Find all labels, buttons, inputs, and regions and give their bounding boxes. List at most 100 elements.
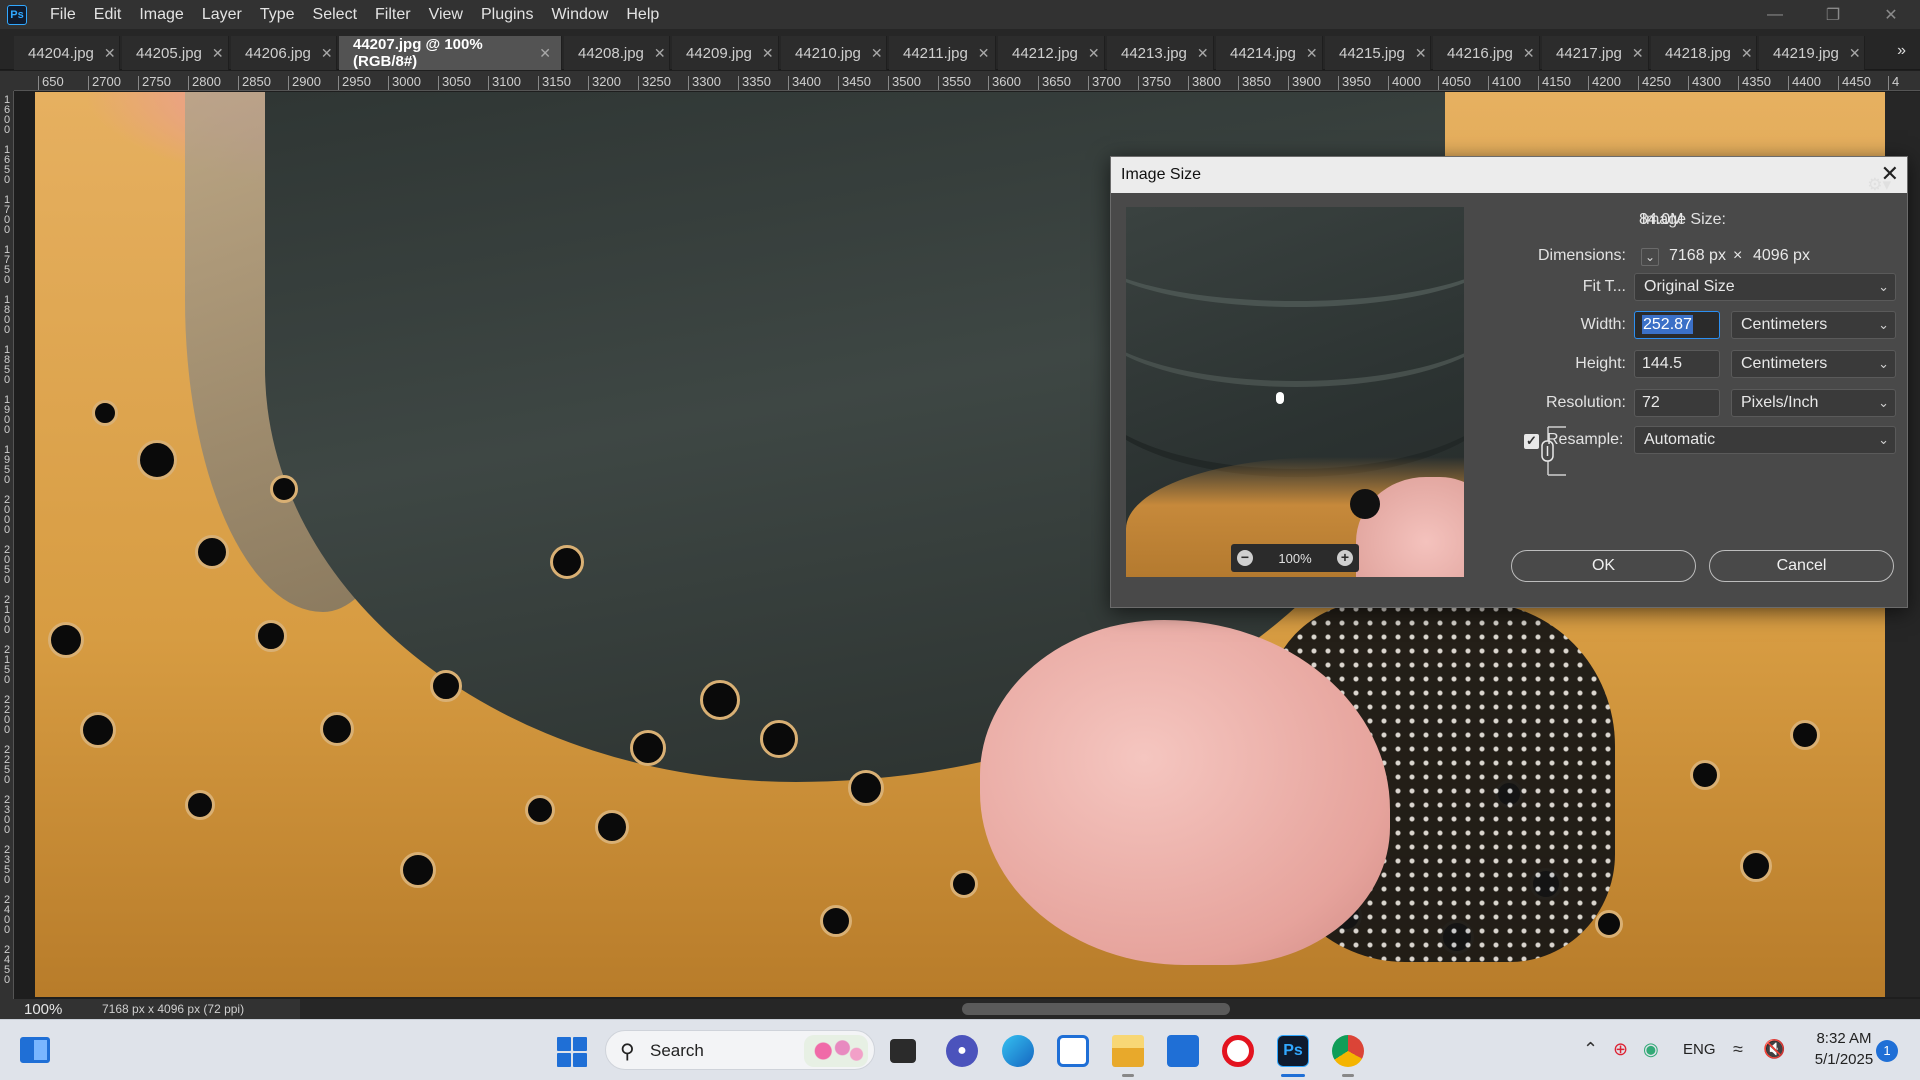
opera-icon[interactable] xyxy=(1222,1035,1254,1067)
dimension-width: 7168 px xyxy=(1669,247,1726,264)
photoshop-taskbar-icon[interactable]: Ps xyxy=(1277,1035,1309,1067)
tray-overflow-chevron-up-icon[interactable]: ⌃ xyxy=(1583,1039,1598,1060)
zoom-out-icon[interactable]: − xyxy=(1237,550,1253,566)
clock-date[interactable]: 5/1/2025 xyxy=(1808,1051,1880,1068)
minimize-icon[interactable]: — xyxy=(1746,0,1804,29)
chrome-icon[interactable] xyxy=(1332,1035,1364,1067)
tab-close-icon[interactable]: ✕ xyxy=(978,45,990,62)
document-tab[interactable]: 44212.jpg ✕ xyxy=(998,36,1105,70)
document-tab[interactable]: 44218.jpg ✕ xyxy=(1651,36,1757,70)
resolution-unit-select[interactable]: Pixels/Inch ⌄ xyxy=(1731,389,1896,417)
menu-window[interactable]: Window xyxy=(542,0,617,29)
input-language[interactable]: ENG xyxy=(1683,1041,1716,1058)
height-input[interactable]: 144.5 xyxy=(1634,350,1720,378)
menu-view[interactable]: View xyxy=(420,0,472,29)
photoshop-logo-icon[interactable]: Ps xyxy=(7,4,27,25)
document-tab[interactable]: 44206.jpg ✕ xyxy=(231,36,337,70)
dialog-titlebar[interactable]: Image Size ✕ xyxy=(1111,157,1907,193)
document-tab[interactable]: 44209.jpg ✕ xyxy=(672,36,779,70)
horizontal-ruler[interactable]: 650 2700 2750 2800 2850 2900 2950 3000 3050 3100 3… xyxy=(14,71,1920,91)
windows-start-icon[interactable] xyxy=(557,1037,587,1067)
ruler-tick-label: 1800 xyxy=(3,294,11,336)
widgets-icon[interactable] xyxy=(20,1037,50,1063)
tab-close-icon[interactable]: ✕ xyxy=(104,45,116,62)
microsoft-store-icon[interactable] xyxy=(1167,1035,1199,1067)
menu-plugins[interactable]: Plugins xyxy=(472,0,542,29)
dimensions-dropdown-chevron-icon[interactable]: ⌄ xyxy=(1641,248,1659,266)
menu-type[interactable]: Type xyxy=(251,0,304,29)
ruler-tick-label: 2800 xyxy=(188,75,221,90)
tab-label: 44214.jpg xyxy=(1230,44,1296,62)
menu-filter[interactable]: Filter xyxy=(366,0,420,29)
cancel-button[interactable]: Cancel xyxy=(1709,550,1894,582)
tab-overflow-chevron-icon[interactable]: » xyxy=(1897,42,1906,60)
tab-close-icon[interactable]: ✕ xyxy=(321,45,333,62)
width-input[interactable]: 252.87 xyxy=(1634,311,1720,339)
tab-close-icon[interactable]: ✕ xyxy=(1197,45,1209,62)
width-unit-select[interactable]: Centimeters ⌄ xyxy=(1731,311,1896,339)
image-preview[interactable]: − 100% + xyxy=(1126,207,1464,577)
file-explorer-icon[interactable] xyxy=(1112,1035,1144,1067)
document-tab[interactable]: 44214.jpg ✕ xyxy=(1216,36,1323,70)
ruler-tick-label: 3600 xyxy=(988,75,1021,90)
vertical-ruler[interactable]: 1600 1650 1700 1750 1800 1850 1900 1950 2000 2050… xyxy=(0,91,14,999)
tab-close-icon[interactable]: ✕ xyxy=(871,45,883,62)
document-tab[interactable]: 44205.jpg ✕ xyxy=(122,36,229,70)
resolution-input[interactable]: 72 xyxy=(1634,389,1720,417)
tab-close-icon[interactable]: ✕ xyxy=(212,45,224,62)
tab-close-icon[interactable]: ✕ xyxy=(1632,45,1644,62)
tab-close-icon[interactable]: ✕ xyxy=(1849,45,1861,62)
network-globe-icon[interactable]: ◉ xyxy=(1643,1039,1659,1060)
close-window-icon[interactable]: ✕ xyxy=(1862,0,1920,29)
ruler-tick-label: 4250 xyxy=(1638,75,1671,90)
fit-to-select[interactable]: Original Size ⌄ xyxy=(1634,273,1896,301)
document-tab[interactable]: 44217.jpg ✕ xyxy=(1542,36,1649,70)
tab-close-icon[interactable]: ✕ xyxy=(1306,45,1318,62)
taskbar-search[interactable]: ⚲ Search xyxy=(605,1030,875,1070)
document-tab[interactable]: 44219.jpg ✕ xyxy=(1759,36,1865,70)
snipping-tool-icon[interactable] xyxy=(1057,1035,1089,1067)
menu-select[interactable]: Select xyxy=(304,0,366,29)
tab-close-icon[interactable]: ✕ xyxy=(654,45,666,62)
menu-layer[interactable]: Layer xyxy=(193,0,251,29)
tab-close-icon[interactable]: ✕ xyxy=(1523,45,1535,62)
height-unit-select[interactable]: Centimeters ⌄ xyxy=(1731,350,1896,378)
tab-close-icon[interactable]: ✕ xyxy=(1415,45,1427,62)
document-tab[interactable]: 44207.jpg @ 100% (RGB/8#) ✕ xyxy=(339,36,562,70)
gear-icon[interactable]: ⚙▾ xyxy=(1867,175,1891,195)
tab-close-icon[interactable]: ✕ xyxy=(539,45,551,62)
clock-time[interactable]: 8:32 AM xyxy=(1808,1030,1880,1047)
document-tab[interactable]: 44210.jpg ✕ xyxy=(781,36,887,70)
document-tab[interactable]: 44215.jpg ✕ xyxy=(1325,36,1431,70)
menu-file[interactable]: File xyxy=(41,0,85,29)
tab-close-icon[interactable]: ✕ xyxy=(1088,45,1100,62)
document-tab[interactable]: 44204.jpg ✕ xyxy=(14,36,120,70)
resample-checkbox[interactable]: ✓ xyxy=(1524,434,1539,449)
document-tab[interactable]: 44208.jpg ✕ xyxy=(564,36,670,70)
volume-muted-icon[interactable]: 🔇 xyxy=(1763,1039,1785,1060)
restore-icon[interactable]: ❐ xyxy=(1804,0,1862,29)
notification-badge[interactable]: 1 xyxy=(1876,1040,1898,1062)
menu-help[interactable]: Help xyxy=(617,0,668,29)
tab-close-icon[interactable]: ✕ xyxy=(1741,45,1753,62)
teams-icon[interactable]: ● xyxy=(946,1035,978,1067)
menu-image[interactable]: Image xyxy=(130,0,192,29)
wifi-icon[interactable]: ≈ xyxy=(1733,1039,1743,1060)
canvas-dot xyxy=(80,712,116,748)
horizontal-scrollbar-thumb[interactable] xyxy=(962,1003,1230,1015)
search-highlight-flowers-icon xyxy=(804,1035,868,1067)
ruler-tick-label: 3950 xyxy=(1338,75,1371,90)
document-tab[interactable]: 44211.jpg ✕ xyxy=(889,36,996,70)
ok-button[interactable]: OK xyxy=(1511,550,1696,582)
ruler-tick-label: 3300 xyxy=(688,75,721,90)
task-view-icon[interactable] xyxy=(890,1039,916,1063)
tab-close-icon[interactable]: ✕ xyxy=(762,45,774,62)
document-tab[interactable]: 44216.jpg ✕ xyxy=(1433,36,1540,70)
zoom-in-icon[interactable]: + xyxy=(1337,550,1353,566)
zoom-level[interactable]: 100% xyxy=(24,1001,102,1018)
vpn-icon[interactable]: ⊕ xyxy=(1613,1039,1628,1060)
document-tab[interactable]: 44213.jpg ✕ xyxy=(1107,36,1214,70)
menu-edit[interactable]: Edit xyxy=(85,0,131,29)
edge-icon[interactable] xyxy=(1002,1035,1034,1067)
resample-select[interactable]: Automatic ⌄ xyxy=(1634,426,1896,454)
